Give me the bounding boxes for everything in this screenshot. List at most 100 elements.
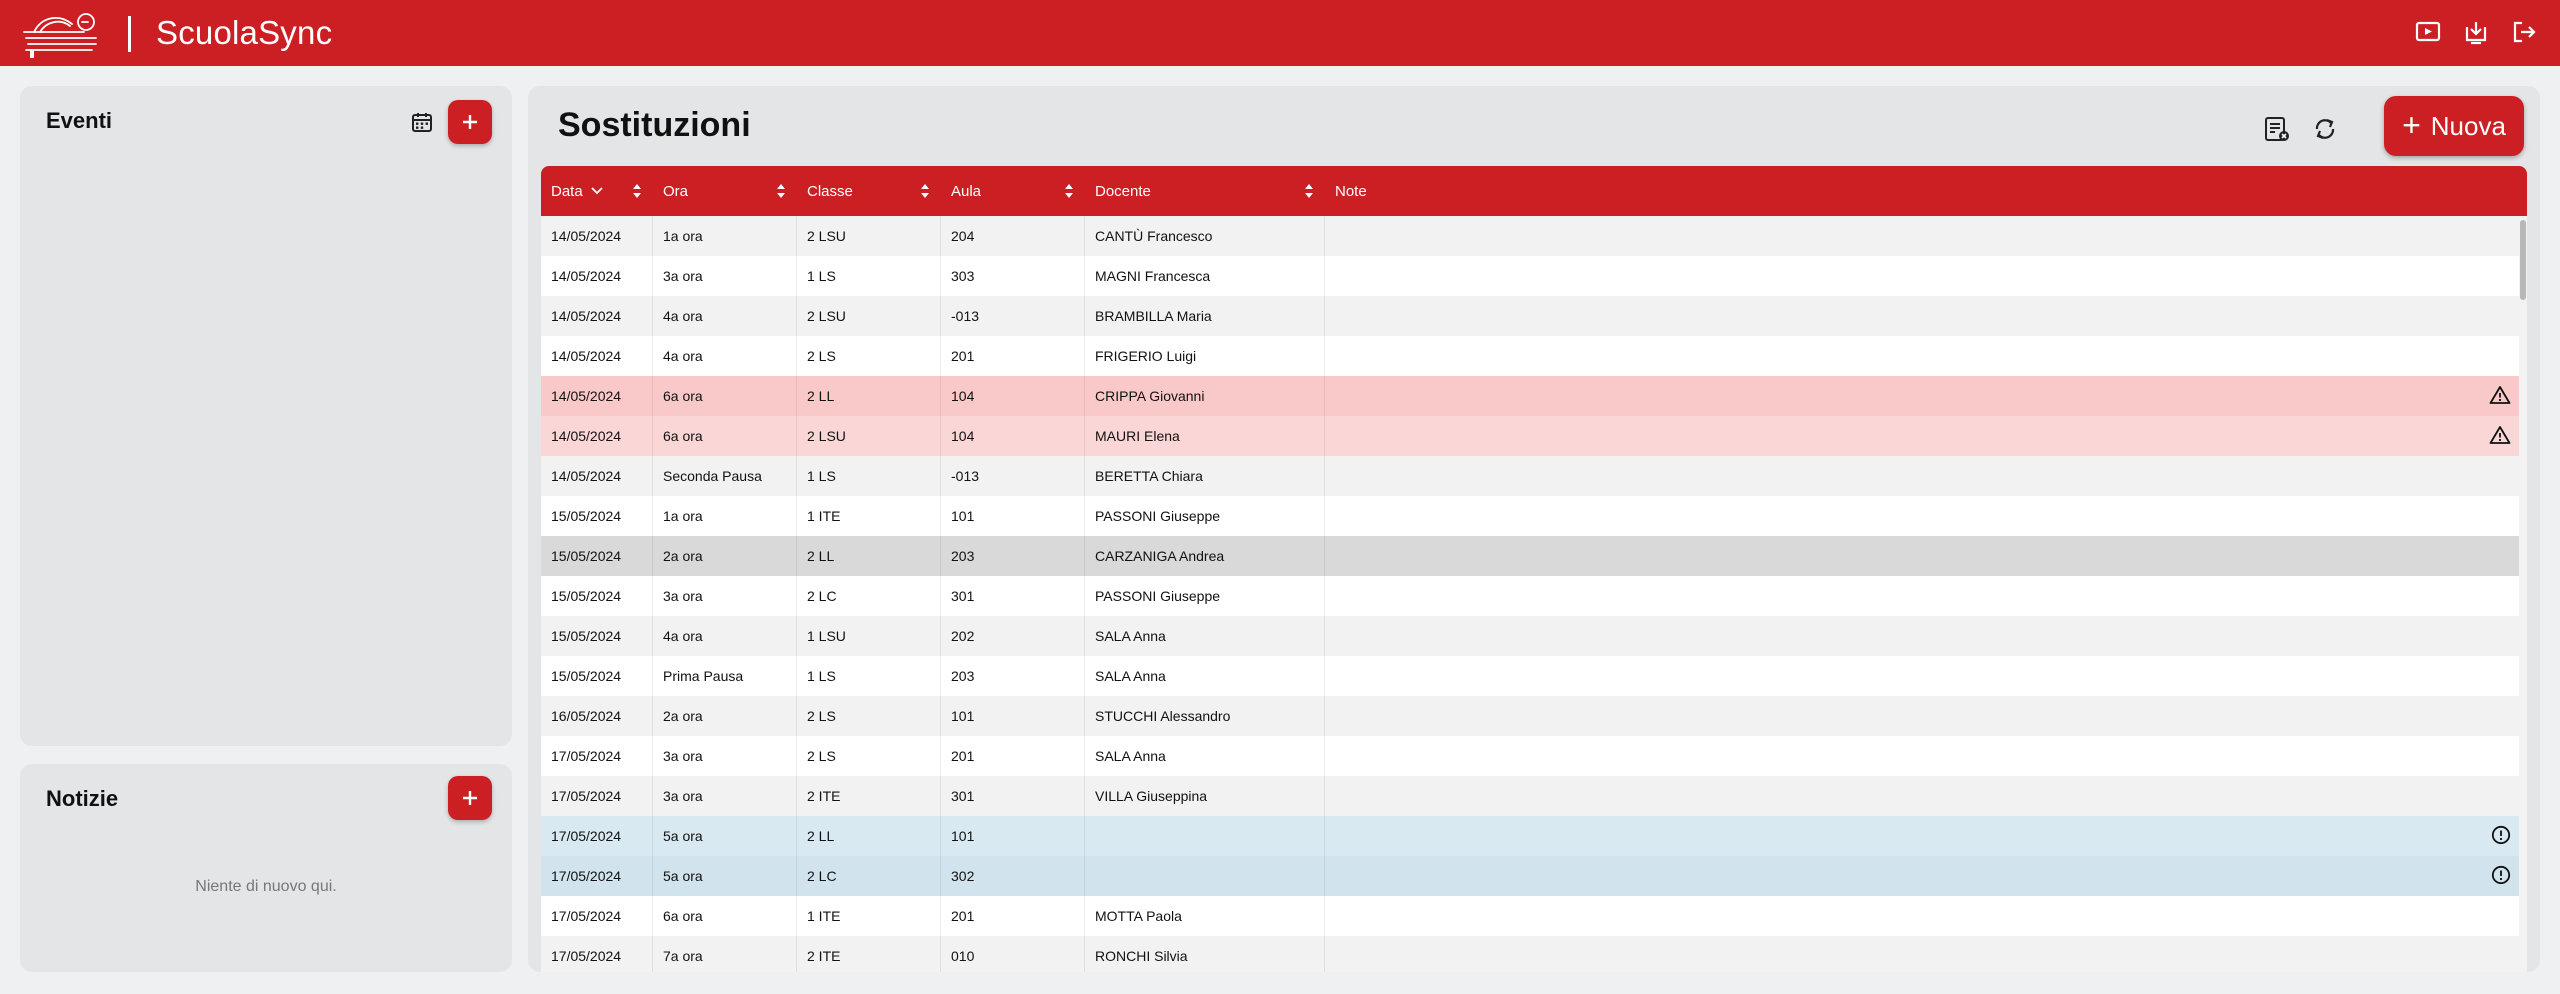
column-header-docente[interactable]: Docente bbox=[1085, 166, 1325, 216]
cell-note bbox=[1325, 816, 2527, 856]
scrollbar-thumb[interactable] bbox=[2520, 220, 2526, 300]
cell-docente: SALA Anna bbox=[1085, 736, 1325, 776]
cell-date: 17/05/2024 bbox=[541, 736, 653, 776]
cell-classe: 2 LL bbox=[797, 376, 941, 416]
table-row[interactable]: 14/05/2024 4a ora 2 LS 201 FRIGERIO Luigi bbox=[541, 336, 2527, 376]
info-icon[interactable] bbox=[2491, 825, 2511, 848]
table-row[interactable]: 17/05/2024 3a ora 2 LS 201 SALA Anna bbox=[541, 736, 2527, 776]
cell-aula: -013 bbox=[941, 456, 1085, 496]
new-button-label: Nuova bbox=[2430, 110, 2506, 141]
presentation-icon[interactable] bbox=[2414, 18, 2442, 46]
table-row[interactable]: 14/05/2024 6a ora 2 LL 104 CRIPPA Giovanni bbox=[541, 376, 2527, 416]
top-actions bbox=[2414, 18, 2538, 46]
cell-docente: SALA Anna bbox=[1085, 656, 1325, 696]
column-header-ora[interactable]: Ora bbox=[653, 166, 797, 216]
cell-aula: 204 bbox=[941, 216, 1085, 256]
logo-icon bbox=[23, 13, 97, 58]
cell-docente: CARZANIGA Andrea bbox=[1085, 536, 1325, 576]
cell-classe: 2 LSU bbox=[797, 216, 941, 256]
cell-ora: 4a ora bbox=[653, 296, 797, 336]
news-empty-message: Niente di nuovo qui. bbox=[195, 878, 337, 895]
table-row[interactable]: 15/05/2024 4a ora 1 LSU 202 SALA Anna bbox=[541, 616, 2527, 656]
cell-classe: 2 LL bbox=[797, 536, 941, 576]
app-name[interactable]: ScuolaSync bbox=[156, 14, 332, 52]
logout-icon[interactable] bbox=[2510, 18, 2538, 46]
cell-note bbox=[1325, 456, 2527, 496]
cell-ora: 6a ora bbox=[653, 376, 797, 416]
cell-ora: Seconda Pausa bbox=[653, 456, 797, 496]
table-row[interactable]: 15/05/2024 1a ora 1 ITE 101 PASSONI Giuseppe bbox=[541, 496, 2527, 536]
table-scrollbar[interactable] bbox=[2519, 216, 2527, 972]
sort-icon bbox=[921, 184, 929, 198]
chevron-down-icon bbox=[591, 187, 603, 195]
warning-icon[interactable] bbox=[2489, 425, 2511, 448]
cell-classe: 2 LSU bbox=[797, 416, 941, 456]
cell-aula: 303 bbox=[941, 256, 1085, 296]
calendar-icon[interactable] bbox=[410, 110, 434, 134]
page-title: Sostituzioni bbox=[558, 106, 751, 144]
table-row[interactable]: 14/05/2024 4a ora 2 LSU -013 BRAMBILLA Maria bbox=[541, 296, 2527, 336]
cell-aula: 202 bbox=[941, 616, 1085, 656]
cell-docente: PASSONI Giuseppe bbox=[1085, 576, 1325, 616]
cell-date: 16/05/2024 bbox=[541, 696, 653, 736]
column-header-aula[interactable]: Aula bbox=[941, 166, 1085, 216]
table-row[interactable]: 16/05/2024 2a ora 2 LS 101 STUCCHI Alessandr… bbox=[541, 696, 2527, 736]
cell-date: 14/05/2024 bbox=[541, 336, 653, 376]
table-row[interactable]: 15/05/2024 3a ora 2 LC 301 PASSONI Giuseppe bbox=[541, 576, 2527, 616]
cell-aula: 101 bbox=[941, 816, 1085, 856]
warning-icon[interactable] bbox=[2489, 385, 2511, 408]
column-header-date[interactable]: Data bbox=[541, 166, 653, 216]
cell-ora: 3a ora bbox=[653, 576, 797, 616]
cell-ora: 3a ora bbox=[653, 736, 797, 776]
cell-note bbox=[1325, 336, 2527, 376]
cell-classe: 1 LS bbox=[797, 456, 941, 496]
table-row[interactable]: 14/05/2024 Seconda Pausa 1 LS -013 BERETTA C… bbox=[541, 456, 2527, 496]
table-row[interactable]: 17/05/2024 6a ora 1 ITE 201 MOTTA Paola bbox=[541, 896, 2527, 936]
cell-aula: 302 bbox=[941, 856, 1085, 896]
column-header-note: Note bbox=[1335, 182, 1367, 200]
cell-date: 14/05/2024 bbox=[541, 216, 653, 256]
cell-classe: 2 LC bbox=[797, 576, 941, 616]
cell-date: 15/05/2024 bbox=[541, 496, 653, 536]
sort-icon bbox=[633, 184, 641, 198]
cell-docente: MAGNI Francesca bbox=[1085, 256, 1325, 296]
cell-ora: 5a ora bbox=[653, 856, 797, 896]
export-list-icon[interactable] bbox=[2262, 114, 2292, 144]
cell-date: 15/05/2024 bbox=[541, 576, 653, 616]
cell-ora: 3a ora bbox=[653, 256, 797, 296]
cell-date: 17/05/2024 bbox=[541, 936, 653, 972]
column-header-classe[interactable]: Classe bbox=[797, 166, 941, 216]
add-event-button[interactable] bbox=[448, 100, 492, 144]
cell-docente: VILLA Giuseppina bbox=[1085, 776, 1325, 816]
refresh-icon[interactable] bbox=[2310, 114, 2340, 144]
news-panel: Notizie Niente di nuovo qui. bbox=[20, 764, 512, 972]
table-row[interactable]: 14/05/2024 3a ora 1 LS 303 MAGNI Francesca bbox=[541, 256, 2527, 296]
table-row[interactable]: 17/05/2024 5a ora 2 LL 101 bbox=[541, 816, 2527, 856]
new-substitution-button[interactable]: + Nuova bbox=[2384, 96, 2524, 156]
table-row[interactable]: 14/05/2024 1a ora 2 LSU 204 CANTÙ Francesco bbox=[541, 216, 2527, 256]
table-row[interactable]: 17/05/2024 3a ora 2 ITE 301 VILLA Giuseppina bbox=[541, 776, 2527, 816]
table-row[interactable]: 15/05/2024 2a ora 2 LL 203 CARZANIGA Andrea bbox=[541, 536, 2527, 576]
add-news-button[interactable] bbox=[448, 776, 492, 820]
table-row[interactable]: 14/05/2024 6a ora 2 LSU 104 MAURI Elena bbox=[541, 416, 2527, 456]
cell-note bbox=[1325, 656, 2527, 696]
cell-date: 17/05/2024 bbox=[541, 896, 653, 936]
cell-docente: FRIGERIO Luigi bbox=[1085, 336, 1325, 376]
cell-classe: 2 ITE bbox=[797, 936, 941, 972]
cell-note bbox=[1325, 576, 2527, 616]
table-row[interactable]: 15/05/2024 Prima Pausa 1 LS 203 SALA Anna bbox=[541, 656, 2527, 696]
info-icon[interactable] bbox=[2491, 865, 2511, 888]
cell-docente: RONCHI Silvia bbox=[1085, 936, 1325, 972]
substitutions-table: Data Ora Classe Aula Docente Note 14/05/… bbox=[541, 166, 2527, 972]
download-icon[interactable] bbox=[2462, 18, 2490, 46]
cell-note bbox=[1325, 696, 2527, 736]
table-row[interactable]: 17/05/2024 5a ora 2 LC 302 bbox=[541, 856, 2527, 896]
cell-docente bbox=[1085, 856, 1325, 896]
cell-date: 14/05/2024 bbox=[541, 416, 653, 456]
cell-docente bbox=[1085, 816, 1325, 856]
cell-classe: 2 LS bbox=[797, 736, 941, 776]
events-panel: Eventi bbox=[20, 86, 512, 746]
cell-note bbox=[1325, 616, 2527, 656]
cell-docente: STUCCHI Alessandro bbox=[1085, 696, 1325, 736]
table-row[interactable]: 17/05/2024 7a ora 2 ITE 010 RONCHI Silvia bbox=[541, 936, 2527, 972]
